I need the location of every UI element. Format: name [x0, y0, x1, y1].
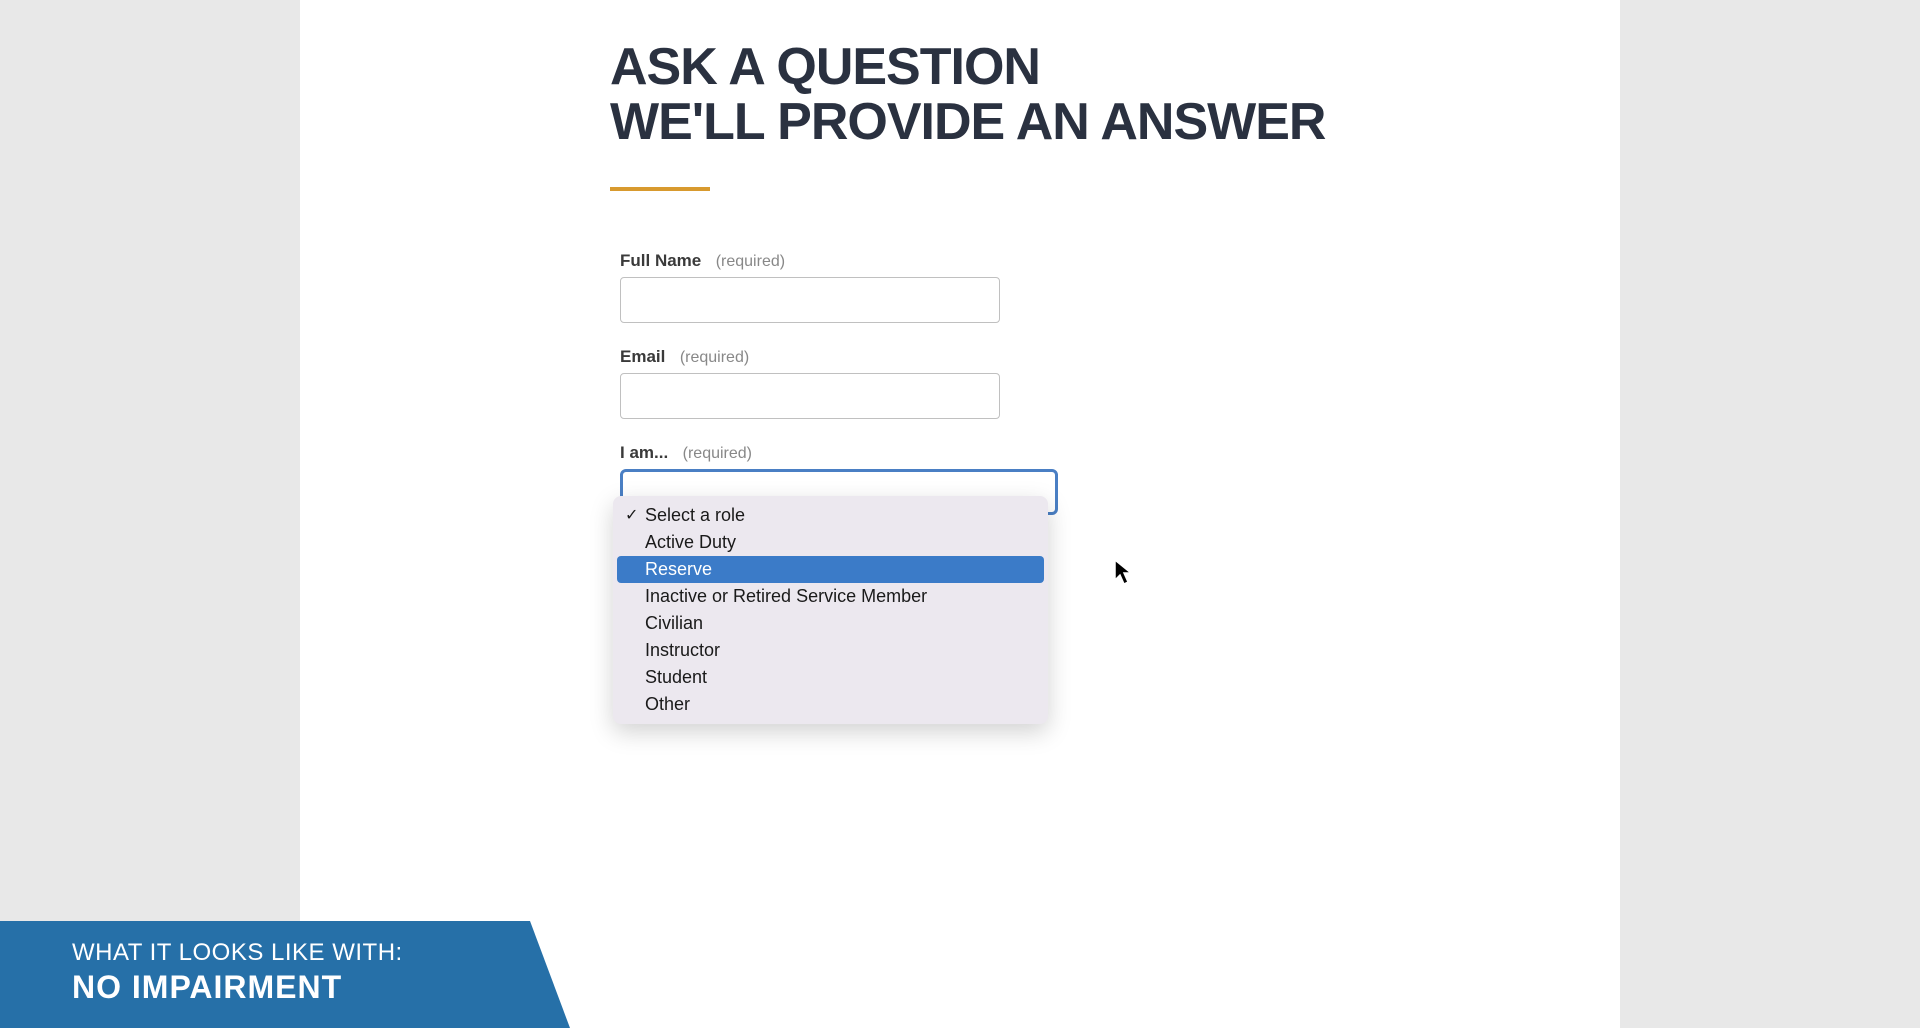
role-label: I am...: [620, 443, 668, 462]
content-area: ASK A QUESTION WE'LL PROVIDE AN ANSWER F…: [300, 40, 1620, 515]
heading-line-1: ASK A QUESTION: [610, 40, 1620, 95]
role-option-civilian[interactable]: Civilian: [617, 610, 1044, 637]
role-required: (required): [683, 445, 752, 462]
page-heading: ASK A QUESTION WE'LL PROVIDE AN ANSWER: [610, 40, 1620, 149]
role-option-student[interactable]: Student: [617, 664, 1044, 691]
impairment-banner: WHAT IT LOOKS LIKE WITH: NO IMPAIRMENT: [0, 921, 570, 1028]
form-group-email: Email (required): [620, 347, 1620, 419]
label-row-role: I am... (required): [620, 443, 1620, 463]
label-row-fullname: Full Name (required): [620, 251, 1620, 271]
email-label: Email: [620, 347, 665, 366]
form-section: Full Name (required) Email (required) I …: [610, 251, 1620, 515]
role-option-reserve[interactable]: Reserve: [617, 556, 1044, 583]
heading-divider: [610, 187, 710, 191]
fullname-input[interactable]: [620, 277, 1000, 323]
label-row-email: Email (required): [620, 347, 1620, 367]
email-input[interactable]: [620, 373, 1000, 419]
cursor-icon: [1113, 558, 1137, 591]
email-required: (required): [680, 349, 749, 366]
fullname-required: (required): [716, 253, 785, 270]
role-option-other[interactable]: Other: [617, 691, 1044, 718]
role-option-inactive[interactable]: Inactive or Retired Service Member: [617, 583, 1044, 610]
form-group-fullname: Full Name (required): [620, 251, 1620, 323]
heading-line-2: WE'LL PROVIDE AN ANSWER: [610, 95, 1620, 150]
role-select[interactable]: Select a role Active Duty Reserve Inacti…: [620, 469, 1058, 515]
page-container: ASK A QUESTION WE'LL PROVIDE AN ANSWER F…: [300, 0, 1620, 1028]
role-dropdown-list: Select a role Active Duty Reserve Inacti…: [613, 496, 1048, 724]
role-option-select[interactable]: Select a role: [617, 502, 1044, 529]
fullname-label: Full Name: [620, 251, 701, 270]
role-option-instructor[interactable]: Instructor: [617, 637, 1044, 664]
banner-line-1: WHAT IT LOOKS LIKE WITH:: [72, 939, 510, 967]
role-option-active-duty[interactable]: Active Duty: [617, 529, 1044, 556]
banner-line-2: NO IMPAIRMENT: [72, 969, 510, 1006]
form-group-role: I am... (required) Select a role Active …: [620, 443, 1620, 515]
